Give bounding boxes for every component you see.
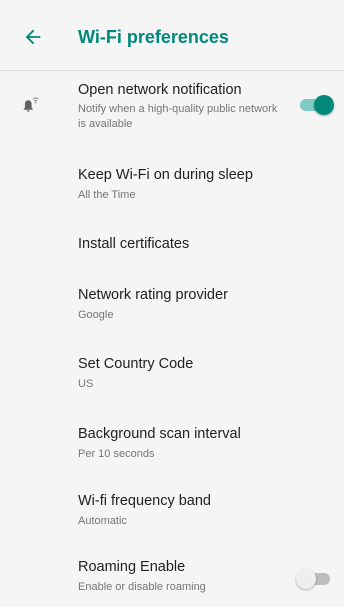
setting-title: Roaming Enable (78, 559, 186, 575)
setting-summary: All the Time (78, 189, 136, 201)
setting-install-certificates[interactable]: Install certificates (0, 215, 344, 275)
toggle-thumb (296, 569, 316, 589)
roaming-enable-toggle[interactable] (296, 567, 336, 591)
setting-title: Open network notification (78, 82, 242, 98)
setting-wifi-frequency-band[interactable]: Wi-fi frequency band Automatic (0, 481, 344, 547)
setting-set-country-code[interactable]: Set Country Code US (0, 343, 344, 413)
setting-title: Install certificates (78, 236, 190, 252)
page-title: Wi-Fi preferences (78, 27, 229, 47)
setting-background-scan-interval[interactable]: Background scan interval Per 10 seconds (0, 413, 344, 481)
setting-title: Network rating provider (78, 287, 228, 303)
setting-summary: Enable or disable roaming (78, 581, 206, 593)
app-bar: Wi-Fi preferences (0, 0, 344, 71)
setting-title: Wi-fi frequency band (78, 493, 211, 509)
setting-summary: US (78, 378, 94, 390)
arrow-left-icon[interactable] (22, 26, 44, 48)
setting-summary: Notify when a high-quality public networ… (78, 103, 278, 130)
wifi-notification-bell-icon (23, 97, 39, 112)
open-network-notification-toggle[interactable] (296, 93, 336, 117)
toggle-thumb (314, 95, 334, 115)
setting-title: Keep Wi-Fi on during sleep (78, 167, 253, 183)
setting-summary: Automatic (78, 515, 127, 527)
setting-open-network-notification[interactable]: Open network notification Notify when a … (0, 71, 344, 151)
setting-network-rating-provider[interactable]: Network rating provider Google (0, 275, 344, 343)
setting-title: Set Country Code (78, 356, 194, 372)
setting-roaming-enable[interactable]: Roaming Enable Enable or disable roaming (0, 547, 344, 607)
setting-keep-wifi-on-during-sleep[interactable]: Keep Wi-Fi on during sleep All the Time (0, 151, 344, 215)
setting-summary: Google (78, 309, 114, 321)
setting-title: Background scan interval (78, 426, 241, 442)
setting-summary: Per 10 seconds (78, 448, 155, 460)
